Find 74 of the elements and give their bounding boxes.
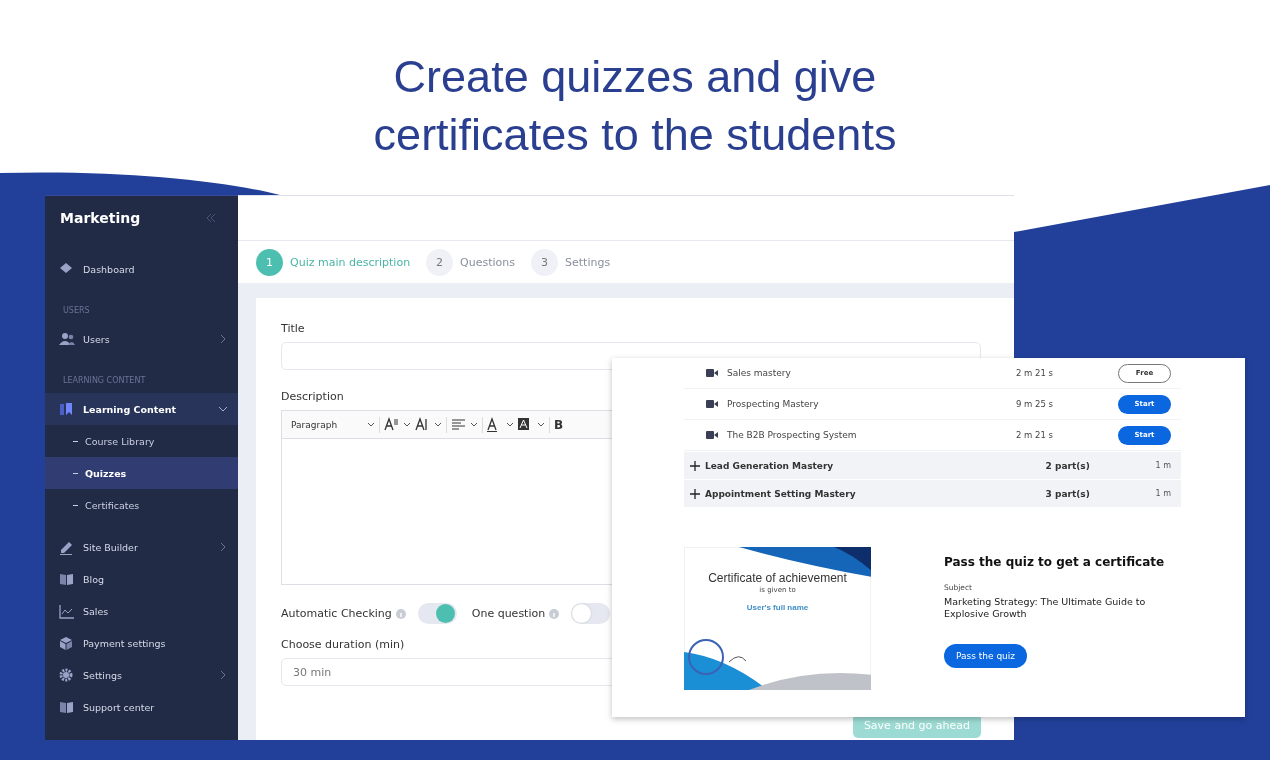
step-number: 1 <box>256 248 283 276</box>
toggle-switch[interactable] <box>417 603 457 624</box>
toggle-label: One question <box>471 607 546 620</box>
module-title: Appointment Setting Mastery <box>705 488 857 499</box>
sidebar-item[interactable]: Users <box>45 323 238 355</box>
lesson-title: Sales mastery <box>727 368 792 378</box>
field-label: Description <box>281 390 345 403</box>
caret-icon <box>434 420 442 429</box>
caret-icon <box>403 420 411 429</box>
sidebar-section-label: LEARNING CONTENT <box>62 375 147 387</box>
toggle-switch[interactable] <box>571 603 611 624</box>
caret-icon <box>506 420 514 429</box>
module-title: Lead Generation Mastery <box>705 460 835 471</box>
sidebar-item[interactable]: Blog <box>45 563 238 595</box>
info-icon <box>395 608 406 619</box>
pass-quiz-button[interactable]: Pass the quiz <box>944 644 1028 668</box>
collapse-icon[interactable] <box>206 213 216 223</box>
module-duration: 1 m <box>1155 489 1171 498</box>
people-icon <box>59 331 75 347</box>
sidebar-item[interactable]: Settings <box>45 659 238 691</box>
lesson-duration: 9 m 25 s <box>1016 399 1055 409</box>
text-height-icon[interactable] <box>415 417 430 432</box>
toggle-label: Automatic Checking <box>281 607 392 620</box>
sidebar-item[interactable]: Dashboard <box>45 253 238 285</box>
caret-icon <box>367 420 375 429</box>
chart-icon <box>59 603 75 619</box>
sidebar-subitem[interactable]: Certificates <box>45 489 238 521</box>
sidebar-subitem[interactable]: Course Library <box>45 425 238 457</box>
lesson-duration: 2 m 21 s <box>1016 430 1055 440</box>
certificate-title: Certificate of achievement <box>708 571 847 585</box>
step-number: 2 <box>426 248 454 276</box>
plus-icon <box>690 460 700 471</box>
step-tab[interactable]: 2 Questions <box>426 248 516 276</box>
book-icon <box>59 571 75 587</box>
module-row[interactable]: Appointment Setting Mastery 3 part(s) 1 m <box>684 480 1181 507</box>
sidebar-item[interactable]: Payment settings <box>45 627 238 659</box>
gear-icon <box>59 667 75 683</box>
module-duration: 1 m <box>1155 461 1171 470</box>
bold-button[interactable]: B <box>554 417 564 432</box>
bookmark-icon <box>59 401 75 417</box>
module-parts: 3 part(s) <box>1045 488 1091 499</box>
sidebar-item[interactable]: Site Builder <box>45 531 238 563</box>
lesson-title: Prospecting Mastery <box>727 399 820 409</box>
format-dropdown[interactable]: Paragraph <box>291 419 363 430</box>
step-tab[interactable]: 3 Settings <box>531 248 611 276</box>
pencil-icon <box>59 539 75 555</box>
book-icon <box>59 699 75 715</box>
sidebar-item[interactable]: Support center <box>45 691 238 723</box>
sidebar-title: Marketing <box>60 210 141 226</box>
video-camera-icon <box>706 400 718 408</box>
sidebar-subitem[interactable]: Quizzes <box>45 457 238 489</box>
sidebar-section-label: USERS <box>62 305 91 317</box>
font-size-icon[interactable] <box>384 417 399 432</box>
certificate-name: User's full name <box>746 603 809 612</box>
caret-icon <box>537 420 545 429</box>
promo-heading: Pass the quiz to get a certificate <box>944 555 1164 569</box>
info-icon <box>549 608 560 619</box>
align-icon[interactable] <box>451 417 466 432</box>
cube-icon <box>59 635 75 651</box>
caret-icon <box>470 420 478 429</box>
field-label: Title <box>281 322 306 335</box>
video-camera-icon <box>706 369 718 377</box>
step-number: 3 <box>531 248 559 276</box>
module-row[interactable]: Lead Generation Mastery 2 part(s) 1 m <box>684 452 1181 479</box>
field-label: Choose duration (min) <box>281 638 406 651</box>
sidebar-item[interactable]: Learning Content <box>45 393 238 425</box>
subject-text: Marketing Strategy: The Ultimate Guide to Explosive Growth <box>944 596 1147 620</box>
lesson-title: The B2B Prospecting System <box>727 430 858 440</box>
plus-icon <box>690 488 700 499</box>
lesson-duration: 2 m 21 s <box>1016 368 1055 378</box>
sidebar-item[interactable]: Sales <box>45 595 238 627</box>
page-heading: Create quizzes and give certificates to the students <box>372 50 898 162</box>
module-parts: 2 part(s) <box>1045 460 1091 471</box>
video-camera-icon <box>706 431 718 439</box>
